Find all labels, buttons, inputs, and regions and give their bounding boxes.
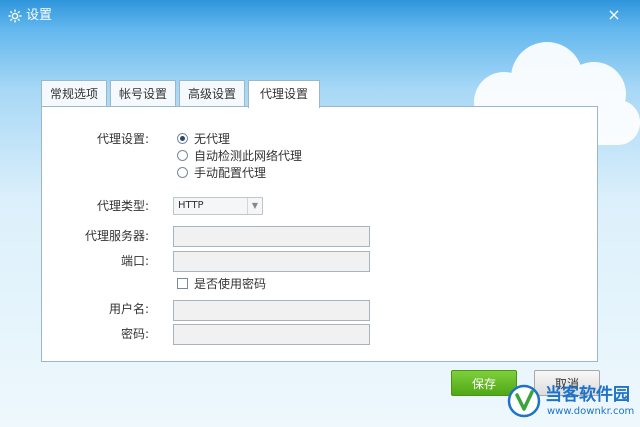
radio-label: 无代理 bbox=[194, 132, 231, 146]
watermark-name: 当客软件园 bbox=[545, 385, 630, 405]
port-input[interactable] bbox=[173, 251, 370, 272]
tab-account[interactable]: 帐号设置 bbox=[110, 80, 176, 106]
proxy-setting-label: 代理设置: bbox=[96, 132, 149, 146]
radio-manual[interactable]: 手动配置代理 bbox=[177, 165, 277, 181]
username-label: 用户名: bbox=[108, 302, 149, 316]
close-icon[interactable]: × bbox=[606, 7, 622, 23]
site-watermark: 当客软件园 www.downkr.com bbox=[503, 382, 640, 427]
window-title: 设置 bbox=[26, 8, 53, 23]
radio-no-proxy[interactable]: 无代理 bbox=[177, 131, 267, 147]
radio-label: 自动检测此网络代理 bbox=[194, 149, 303, 163]
password-input[interactable] bbox=[173, 324, 370, 345]
tab-general[interactable]: 常规选项 bbox=[41, 80, 107, 106]
use-password-checkbox[interactable] bbox=[177, 278, 188, 289]
site-logo-icon bbox=[507, 384, 541, 418]
settings-window: 设置 × 常规选项 帐号设置 高级设置 代理设置 代理设置: 无代理 自动检测此… bbox=[0, 0, 640, 427]
radio-button[interactable] bbox=[177, 167, 188, 178]
proxy-server-input[interactable] bbox=[173, 226, 370, 247]
use-password-label: 是否使用密码 bbox=[194, 277, 267, 291]
tab-proxy[interactable]: 代理设置 bbox=[248, 80, 320, 108]
password-label: 密码: bbox=[120, 327, 149, 341]
use-password-checkbox-row[interactable]: 是否使用密码 bbox=[177, 276, 277, 292]
proxy-server-label: 代理服务器: bbox=[84, 229, 149, 243]
radio-auto-detect[interactable]: 自动检测此网络代理 bbox=[177, 148, 317, 164]
proxy-type-select[interactable]: HTTP ▼ bbox=[173, 197, 263, 215]
gear-icon bbox=[8, 9, 22, 23]
proxy-type-value: HTTP bbox=[178, 200, 204, 211]
radio-button[interactable] bbox=[177, 133, 188, 144]
radio-button[interactable] bbox=[177, 150, 188, 161]
chevron-down-icon[interactable]: ▼ bbox=[247, 198, 262, 214]
proxy-type-label: 代理类型: bbox=[96, 199, 149, 213]
username-input[interactable] bbox=[173, 300, 370, 321]
watermark-url: www.downkr.com bbox=[547, 406, 635, 417]
radio-label: 手动配置代理 bbox=[194, 166, 267, 180]
tab-advanced[interactable]: 高级设置 bbox=[179, 80, 245, 106]
port-label: 端口: bbox=[120, 254, 149, 268]
title-bar: 设置 × bbox=[0, 0, 640, 32]
